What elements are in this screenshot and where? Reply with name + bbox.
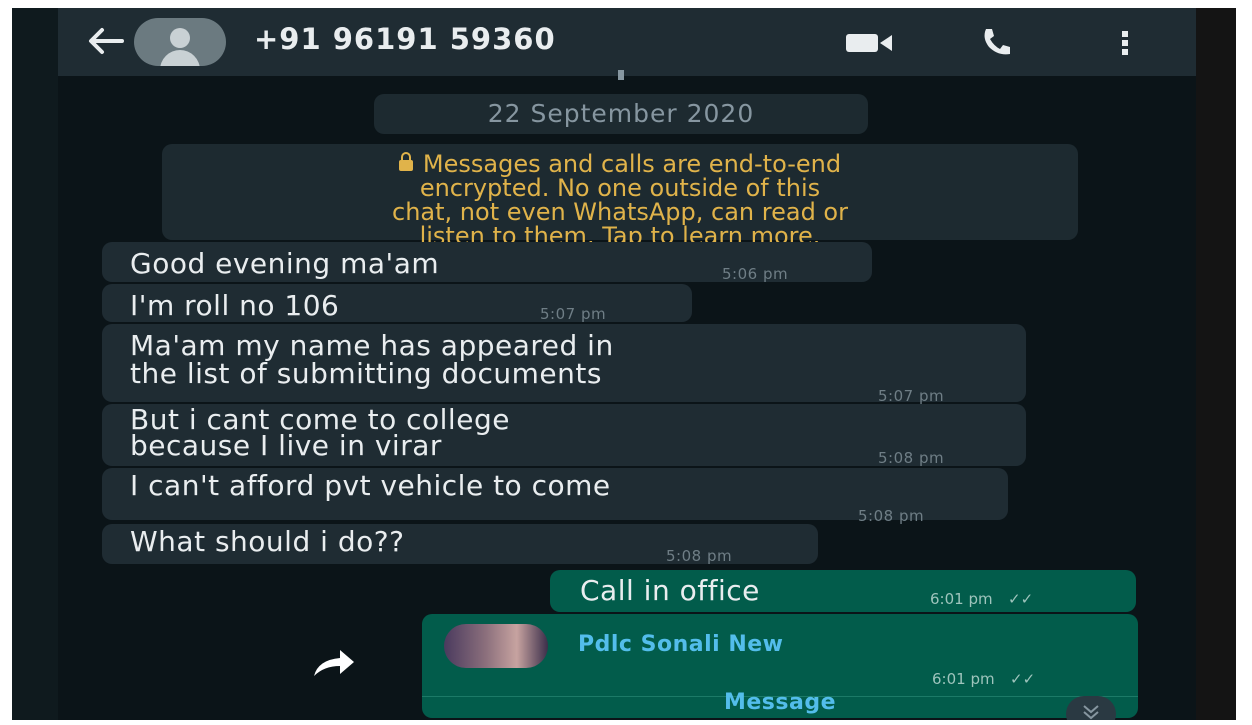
screen-edge-right: [1196, 8, 1236, 720]
incoming-message[interactable]: But i cant come to college because I liv…: [102, 404, 1026, 467]
more-vert-icon[interactable]: [1120, 30, 1130, 56]
chat-screen: +91 96191 59360 22 September 2020 Messag…: [12, 8, 1236, 720]
video-call-icon[interactable]: [846, 32, 892, 54]
image-border-left: [0, 0, 12, 725]
date-chip: 22 September 2020: [374, 94, 868, 134]
message-contact-button[interactable]: Message: [422, 690, 1138, 715]
message-time: 5:08 pm: [858, 507, 925, 525]
message-text: What should i do??: [130, 525, 405, 558]
forward-arrow-icon[interactable]: [312, 646, 356, 680]
message-text: the list of submitting documents: [130, 357, 602, 390]
notice-line-3: chat, not even WhatsApp, can read or: [392, 198, 848, 226]
chevron-down-icon: [1083, 705, 1099, 720]
screen-edge-left: [12, 8, 58, 720]
avatar-head-shape: [170, 28, 190, 48]
message-text: Good evening ma'am: [130, 247, 440, 280]
scroll-down-button[interactable]: [1066, 696, 1116, 720]
message-time: 5:06 pm: [722, 265, 789, 283]
incoming-message[interactable]: What should i do?? 5:08 pm: [102, 524, 818, 565]
double-check-icon: ✓✓: [1010, 670, 1036, 688]
lock-icon: [398, 152, 413, 171]
shared-contact-card[interactable]: Pdlc Sonali New 6:01 pm ✓✓ Message: [422, 614, 1138, 718]
shared-contact-name[interactable]: Pdlc Sonali New: [578, 632, 783, 657]
message-text: Call in office: [580, 574, 760, 607]
contact-name[interactable]: +91 96191 59360: [254, 22, 556, 56]
message-time: 6:01 pm: [932, 670, 995, 688]
message-time: 5:08 pm: [666, 547, 733, 565]
message-time: 6:01 pm: [930, 590, 993, 608]
message-text: because I live in virar: [130, 429, 442, 462]
message-text: I can't afford pvt vehicle to come: [130, 469, 611, 502]
phone-icon[interactable]: [980, 26, 1012, 58]
avatar-body-shape: [160, 50, 200, 66]
incoming-message[interactable]: I'm roll no 106 5:07 pm: [102, 284, 692, 323]
image-border-right: [1236, 0, 1252, 725]
incoming-message[interactable]: I can't afford pvt vehicle to come 5:08 …: [102, 468, 1008, 525]
outgoing-message[interactable]: Call in office 6:01 pm ✓✓: [550, 570, 1136, 612]
incoming-message[interactable]: Good evening ma'am 5:06 pm: [102, 242, 872, 283]
chat-header: +91 96191 59360: [58, 8, 1196, 76]
incoming-message[interactable]: Ma'am my name has appeared in the list o…: [102, 324, 1026, 405]
notice-line-2: encrypted. No one outside of this: [419, 174, 821, 202]
scroll-indicator: [618, 70, 624, 80]
message-text: Ma'am my name has appeared in: [130, 329, 614, 362]
message-text: I'm roll no 106: [130, 289, 340, 322]
contact-photo: [444, 624, 548, 668]
avatar[interactable]: [134, 18, 226, 66]
back-arrow-icon[interactable]: [86, 26, 124, 56]
double-check-icon: ✓✓: [1008, 590, 1034, 608]
encryption-notice[interactable]: Messages and calls are end-to-end encryp…: [162, 144, 1078, 248]
